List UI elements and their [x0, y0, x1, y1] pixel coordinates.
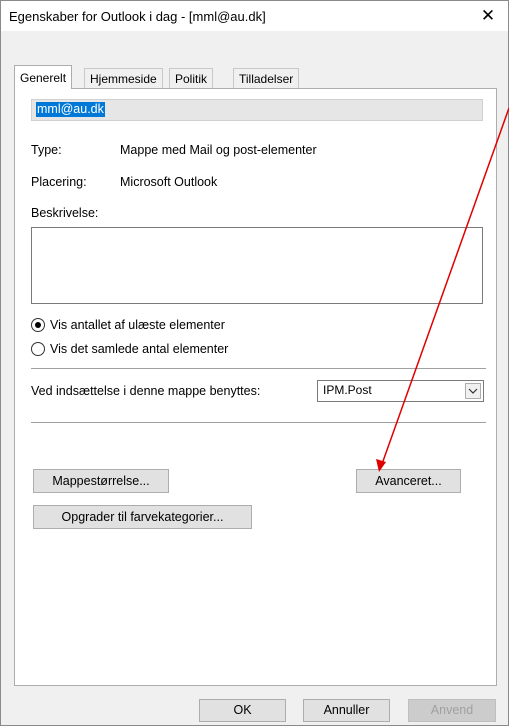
tab-generelt[interactable]: Generelt — [14, 65, 73, 89]
annotation-arrow — [376, 107, 509, 472]
